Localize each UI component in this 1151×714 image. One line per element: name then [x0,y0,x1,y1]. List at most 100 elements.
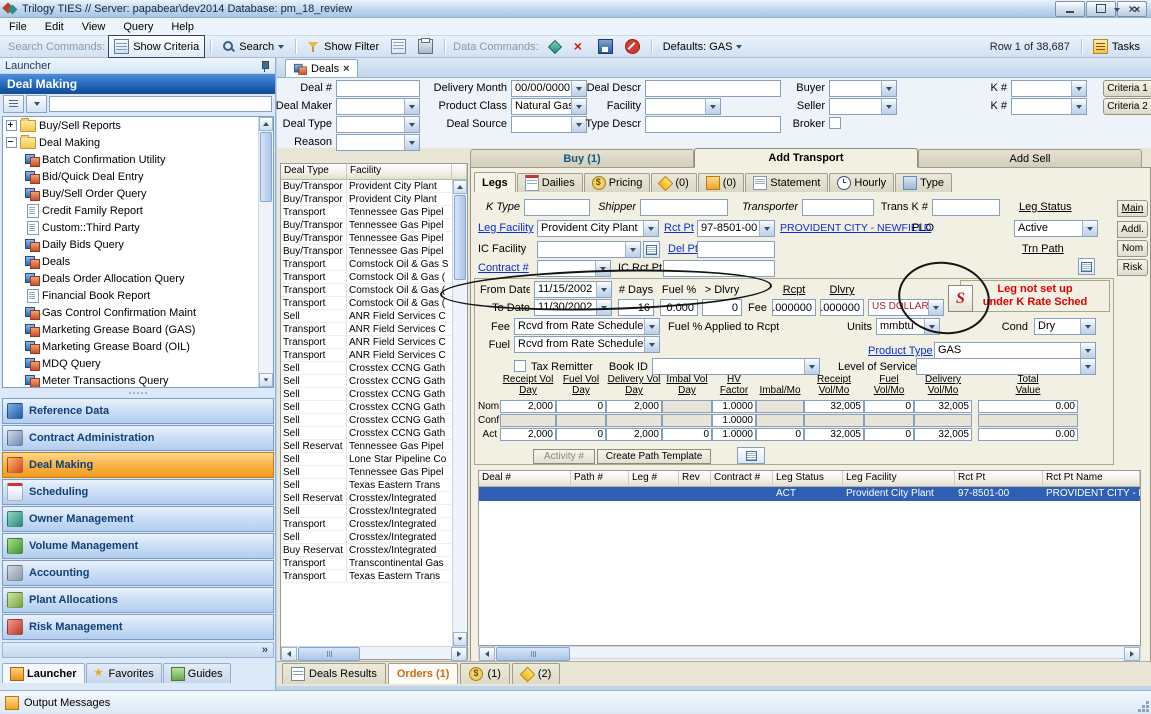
level-of-service-input[interactable] [916,358,1096,375]
volume-cell[interactable]: 2,000 [606,428,662,441]
tab-type-7[interactable]: Type [895,173,952,192]
tree-item-custom-third-party[interactable]: Custom::Third Party [3,219,258,236]
pin-icon[interactable] [260,60,270,72]
tree-item-financial-book-report[interactable]: Financial Book Report [3,287,258,304]
volume-cell[interactable] [556,414,606,427]
volume-cell[interactable] [864,414,914,427]
reason-input[interactable] [336,134,420,151]
tab-0-4[interactable]: (0) [698,173,744,192]
dropdown-button[interactable] [404,135,419,150]
search-button[interactable]: Search [216,35,290,58]
book-id-input[interactable] [652,358,820,375]
dropdown-button[interactable] [596,282,611,297]
rate-schedule-button[interactable]: S [948,285,973,312]
show-criteria-button[interactable]: Show Criteria [108,35,205,58]
ic-facility-lookup-button[interactable] [643,241,660,258]
deal-row[interactable]: SellCrosstex CCNG Gath [281,401,452,414]
tab-deals-results-0[interactable]: Deals Results [282,663,386,684]
tab-risk[interactable]: Risk [1117,259,1148,276]
launcher-group-owner-management[interactable]: Owner Management [2,506,274,532]
delivery-month-input[interactable]: 00/00/0000 [511,80,587,97]
deal-row[interactable]: TransportComstock Oil & Gas ( [281,271,452,284]
scroll-up-button[interactable] [453,180,467,194]
deal-maker-input[interactable] [336,98,420,115]
column-header-path[interactable]: Path # [571,471,629,487]
launcher-group-reference-data[interactable]: Reference Data [2,398,274,424]
deal-row[interactable]: TransportCrosstex/Integrated [281,518,452,531]
deal-row[interactable]: SellCrosstex CCNG Gath [281,375,452,388]
tree-scrollbar[interactable] [258,117,273,387]
commit-button[interactable] [542,35,567,58]
tree-item-buy-sell-order-query[interactable]: Buy/Sell Order Query [3,185,258,202]
contract-link[interactable]: Contract # [478,262,529,274]
leg-status-input[interactable]: Active [1014,220,1098,237]
tree-item-mdq-query[interactable]: MDQ Query [3,355,258,372]
volume-cell[interactable]: 1.0000 [712,400,756,413]
tree-item-deal-making[interactable]: Deal Making [3,134,258,151]
sort-button[interactable] [26,95,47,113]
rct-pt-name-link[interactable]: PROVIDENT CITY - NEWFIELD [780,222,931,234]
menu-item-view[interactable]: View [73,19,115,35]
dropdown-button[interactable] [1071,99,1086,114]
close-document-button[interactable] [1129,3,1145,17]
column-header-deal-type[interactable]: Deal Type [281,164,347,180]
currency-input[interactable]: US DOLLAR [868,299,944,316]
deal-row[interactable]: Sell ReservatCrosstex/Integrated [281,492,452,505]
deal-row[interactable]: Buy/TransporTennessee Gas Pipel [281,232,452,245]
deal-source-input[interactable] [511,116,587,133]
minimize-button[interactable] [1055,1,1085,17]
scroll-right-button[interactable] [1124,647,1140,661]
volume-cell[interactable] [914,414,972,427]
tab-buy-1[interactable]: Buy (1) [470,149,694,168]
tab-addl[interactable]: Addl. [1117,221,1148,238]
tab-criteria-1[interactable]: Criteria 1 [1103,80,1151,97]
launcher-search-input[interactable] [49,96,272,112]
tab-add-transport[interactable]: Add Transport [694,148,918,168]
tab-pricing-2[interactable]: Pricing [584,173,651,192]
deal-type-input[interactable] [336,116,420,133]
column-header-rct-pt-name[interactable]: Rct Pt Name [1043,471,1140,487]
tab-orders-1-1[interactable]: Orders (1) [388,663,459,684]
create-path-template-button[interactable]: Create Path Template [597,449,711,464]
column-header-leg[interactable]: Leg # [629,471,679,487]
dropdown-button[interactable] [595,261,610,276]
dropdown-button[interactable] [1080,359,1095,374]
rct-pt-input[interactable]: 97-8501-00 [697,220,775,237]
tab-main[interactable]: Main [1117,200,1148,217]
deal-row[interactable]: Buy ReservatCrosstex/Integrated [281,544,452,557]
volume-cell[interactable]: 0 [662,428,712,441]
fee-source-input[interactable]: Rcvd from Rate Schedule [514,318,660,335]
volume-cell[interactable]: 0 [864,428,914,441]
filter-sheet-button[interactable] [385,35,412,58]
broker-checkbox[interactable] [829,117,841,129]
show-filter-button[interactable]: Show Filter [301,35,385,58]
volume-cell[interactable] [978,414,1078,427]
stop-button[interactable] [619,35,646,58]
tree-item-buy-sell-reports[interactable]: Buy/Sell Reports [3,117,258,134]
ic-rct-pt-input[interactable] [663,260,775,277]
deal-row[interactable]: SellCrosstex CCNG Gath [281,414,452,427]
deal-row[interactable]: Buy/TransporProvident City Plant [281,180,452,193]
volume-cell[interactable]: 2,000 [606,400,662,413]
dropdown-button[interactable] [928,300,943,315]
volume-cell[interactable]: 32,005 [914,428,972,441]
tab-hourly-6[interactable]: Hourly [829,173,894,192]
dropdown-button[interactable] [644,337,659,352]
launcher-group-deal-making[interactable]: Deal Making [2,452,274,478]
tree-item-marketing-grease-board-oil[interactable]: Marketing Grease Board (OIL) [3,338,258,355]
deal-descr-input[interactable] [645,80,781,97]
launcher-group-scheduling[interactable]: Scheduling [2,479,274,505]
deal-row[interactable]: TransportTranscontinental Gas [281,557,452,570]
activity-button[interactable]: Activity # [533,449,595,464]
deal-row[interactable]: TransportANR Field Services C [281,323,452,336]
product-class-input[interactable]: Natural Gas [511,98,587,115]
volume-cell[interactable]: 32,005 [804,428,864,441]
column-header-contract[interactable]: Contract # [711,471,773,487]
dropdown-button[interactable] [804,359,819,374]
scrollbar-thumb[interactable] [496,647,570,661]
deal-row[interactable]: SellCrosstex CCNG Gath [281,427,452,440]
deal-row[interactable]: SellLone Star Pipeline Co [281,453,452,466]
print-button[interactable] [412,35,439,58]
tab-criteria-2[interactable]: Criteria 2 [1103,98,1151,115]
product-type-link[interactable]: Product Type [868,345,933,357]
